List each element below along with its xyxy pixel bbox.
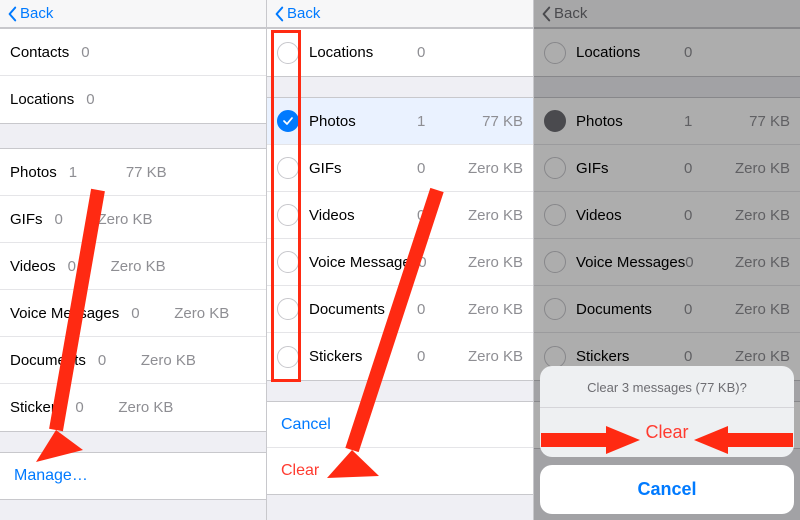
chevron-left-icon: [273, 6, 285, 22]
list-section-top: Locations 0: [267, 28, 533, 77]
manage-label: Manage…: [14, 467, 88, 485]
panel-confirm-clear: Back Locations 0 Photos 1 77 KB GIFs 0: [534, 0, 800, 520]
panel-select-media: Back Locations 0 Photos 1 77 KB: [267, 0, 534, 520]
row-size: Zero KB: [105, 399, 173, 416]
row-label: Stickers: [309, 348, 362, 365]
row-size: Zero KB: [455, 207, 523, 224]
back-label: Back: [287, 5, 320, 22]
row-photos[interactable]: Photos 1 77 KB: [0, 149, 266, 196]
list-section-contacts: Contacts 0 Locations 0: [0, 28, 266, 124]
row-voice-messages[interactable]: Voice Messages 0 Zero KB: [0, 290, 266, 337]
manage-button[interactable]: Manage…: [0, 453, 266, 499]
row-size: Zero KB: [98, 258, 166, 275]
radio-icon[interactable]: [277, 157, 299, 179]
row-locations[interactable]: Locations 0: [267, 29, 533, 76]
radio-icon[interactable]: [277, 298, 299, 320]
row-videos[interactable]: Videos 0 Zero KB: [267, 192, 533, 239]
row-label: Contacts: [10, 44, 69, 61]
action-sheet: Clear 3 messages (77 KB)? Clear Cancel: [540, 366, 794, 514]
row-label: Videos: [309, 207, 355, 224]
row-count: 0: [417, 207, 455, 224]
row-count: 0: [86, 91, 116, 108]
row-size: Zero KB: [455, 160, 523, 177]
row-label: GIFs: [309, 160, 342, 177]
list-section-media: Photos 1 77 KB GIFs 0 Zero KB Videos 0 Z…: [0, 148, 266, 432]
actions: Cancel Clear: [267, 401, 533, 495]
list-section-media: Photos 1 77 KB GIFs 0 Zero KB Videos 0 Z…: [267, 97, 533, 381]
row-size: Zero KB: [128, 352, 196, 369]
sheet-cancel-button[interactable]: Cancel: [540, 465, 794, 514]
row-count: 0: [417, 44, 455, 61]
radio-icon[interactable]: [277, 251, 299, 273]
back-label: Back: [20, 5, 53, 22]
row-label: Voice Messages: [309, 254, 418, 271]
actions: Manage…: [0, 452, 266, 500]
cancel-button[interactable]: Cancel: [267, 402, 533, 448]
row-stickers[interactable]: Stickers 0 Zero KB: [0, 384, 266, 431]
row-size: Zero KB: [456, 254, 523, 271]
row-label: Locations: [10, 91, 74, 108]
row-label: Photos: [309, 113, 356, 130]
back-button[interactable]: Back: [273, 5, 320, 22]
row-count: 0: [81, 44, 111, 61]
sheet-cancel-label: Cancel: [637, 479, 696, 499]
row-count: 0: [417, 160, 455, 177]
row-label: Documents: [10, 352, 86, 369]
row-count: 0: [75, 399, 105, 416]
action-sheet-card: Clear 3 messages (77 KB)? Clear: [540, 366, 794, 457]
row-voice-messages[interactable]: Voice Messages 0 Zero KB: [267, 239, 533, 286]
navbar: Back: [0, 0, 266, 28]
row-label: Videos: [10, 258, 56, 275]
panel-storage-list: Back Contacts 0 Locations 0 Photos 1 77 …: [0, 0, 267, 520]
row-gifs[interactable]: GIFs 0 Zero KB: [267, 145, 533, 192]
clear-label: Clear: [281, 462, 319, 480]
radio-checked-icon[interactable]: [277, 110, 299, 132]
row-size: Zero KB: [455, 301, 523, 318]
sheet-clear-label: Clear: [645, 422, 688, 442]
row-documents[interactable]: Documents 0 Zero KB: [267, 286, 533, 333]
row-label: Documents: [309, 301, 385, 318]
row-size: Zero KB: [161, 305, 229, 322]
row-contacts[interactable]: Contacts 0: [0, 29, 266, 76]
row-label: GIFs: [10, 211, 43, 228]
row-size: 77 KB: [455, 113, 523, 130]
row-count: 1: [69, 164, 99, 181]
row-size: Zero KB: [455, 348, 523, 365]
row-count: 0: [417, 348, 455, 365]
back-button[interactable]: Back: [6, 5, 53, 22]
radio-icon[interactable]: [277, 346, 299, 368]
radio-icon[interactable]: [277, 204, 299, 226]
row-count: 0: [131, 305, 161, 322]
row-documents[interactable]: Documents 0 Zero KB: [0, 337, 266, 384]
row-locations[interactable]: Locations 0: [0, 76, 266, 123]
row-count: 1: [417, 113, 455, 130]
row-count: 0: [55, 211, 85, 228]
row-count: 0: [417, 301, 455, 318]
row-gifs[interactable]: GIFs 0 Zero KB: [0, 196, 266, 243]
clear-button[interactable]: Clear: [267, 448, 533, 494]
row-label: Locations: [309, 44, 373, 61]
row-stickers[interactable]: Stickers 0 Zero KB: [267, 333, 533, 380]
row-label: Stickers: [10, 399, 63, 416]
navbar: Back: [267, 0, 533, 28]
row-size: 77 KB: [99, 164, 167, 181]
cancel-label: Cancel: [281, 416, 331, 434]
row-label: Photos: [10, 164, 57, 181]
row-count: 0: [418, 254, 456, 271]
row-count: 0: [98, 352, 128, 369]
chevron-left-icon: [6, 6, 18, 22]
row-label: Voice Messages: [10, 305, 119, 322]
radio-icon[interactable]: [277, 42, 299, 64]
row-size: Zero KB: [85, 211, 153, 228]
row-count: 0: [68, 258, 98, 275]
sheet-clear-button[interactable]: Clear: [540, 408, 794, 457]
row-photos[interactable]: Photos 1 77 KB: [267, 98, 533, 145]
row-videos[interactable]: Videos 0 Zero KB: [0, 243, 266, 290]
action-sheet-title: Clear 3 messages (77 KB)?: [540, 366, 794, 408]
